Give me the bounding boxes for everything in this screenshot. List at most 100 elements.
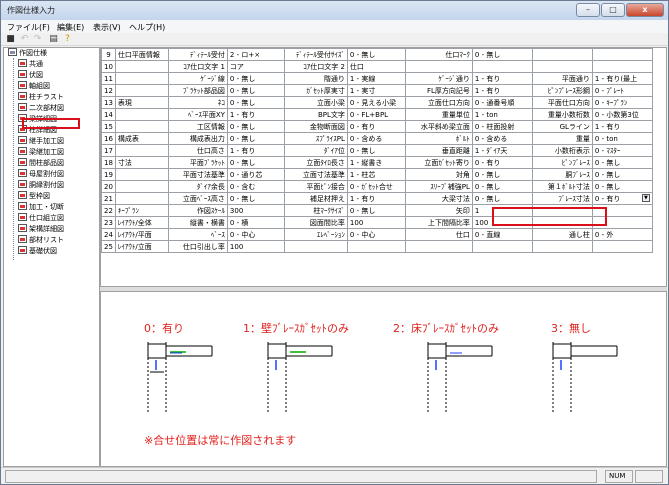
row-number: 18	[101, 156, 116, 169]
setting-value[interactable]: 0 - 有り	[346, 120, 406, 133]
setting-value[interactable]: 0 - 柱面投射	[471, 120, 533, 133]
setting-value[interactable]: 1 - ﾀﾞｲｱ天	[471, 144, 533, 157]
redo-icon[interactable]: ↷	[32, 34, 43, 45]
empty-cell	[404, 60, 473, 73]
setting-value[interactable]: 0 - 中心	[226, 228, 285, 241]
setting-value[interactable]: 0 - 無し	[471, 180, 533, 193]
setting-value[interactable]: 仕口	[346, 60, 406, 73]
setting-label: 立面小梁	[283, 96, 348, 109]
setting-value[interactable]: 1 - 有り	[471, 84, 533, 97]
setting-value[interactable]: 0 - 横	[226, 216, 285, 229]
setting-value[interactable]: 0 - 無し	[226, 192, 285, 205]
close-button[interactable]: x	[626, 3, 664, 17]
setting-value[interactable]: 1 - ton	[471, 108, 533, 121]
tree-item[interactable]: 基礎伏図	[18, 246, 57, 257]
setting-value[interactable]: 1 - 有り	[226, 108, 285, 121]
setting-value[interactable]: 0 - 無し	[591, 156, 653, 169]
setting-value[interactable]: 0 - 無し	[471, 168, 533, 181]
setting-value[interactable]: 1 - 実線	[346, 72, 406, 85]
setting-label: 重量単位	[404, 108, 473, 121]
minimize-button[interactable]: –	[576, 3, 600, 17]
setting-value[interactable]: 0 - 無し	[226, 132, 285, 145]
tree-item[interactable]: 伏図	[18, 70, 43, 81]
setting-value[interactable]: 0 - 無し	[346, 204, 406, 217]
setting-value[interactable]: 1 - 有り	[346, 192, 406, 205]
tree-item[interactable]: 梁継加工図	[18, 147, 64, 158]
setting-value[interactable]: 0 - ｷｰﾌﾟﾗﾝ	[591, 96, 653, 109]
setting-value[interactable]: 0 - 有り ▼	[591, 192, 653, 205]
tree-item[interactable]: 柱チラスト	[18, 92, 64, 103]
setting-value[interactable]: 0 - 無し	[226, 96, 285, 109]
setting-value[interactable]: 1 - 柱芯	[346, 168, 406, 181]
setting-value[interactable]: 300	[226, 204, 285, 217]
setting-value[interactable]: 1 - 実寸	[346, 84, 406, 97]
setting-value[interactable]: 1 - 有り	[226, 144, 285, 157]
setting-label: ｶﾞｾｯﾄ厚実寸	[283, 84, 348, 97]
setting-value[interactable]: 1 - 有り	[591, 120, 653, 133]
tree-item[interactable]: 加工・切断	[18, 202, 64, 213]
setting-value[interactable]: 0 - 無し	[226, 120, 285, 133]
drawing-icon	[18, 136, 27, 144]
setting-value[interactable]: 0 - 見える小梁	[346, 96, 406, 109]
tree-item[interactable]: 二次部材図	[18, 103, 64, 114]
tree-item[interactable]: 軸組図	[18, 81, 50, 92]
setting-value[interactable]: 0 - 無し	[226, 84, 285, 97]
setting-value[interactable]: 0 - 小数第3位	[591, 108, 653, 121]
setting-label: 構成表出力	[167, 132, 228, 145]
preview-pane: 0：有り 1：壁ﾌﾞﾚｰｽｶﾞｾｯﾄのみ 2：床ﾌﾞﾚｰｽｶﾞｾｯﾄのみ 3：無…	[100, 291, 667, 467]
setting-value[interactable]: 0 - 無し	[346, 144, 406, 157]
setting-value[interactable]: 2 - ロ+×	[226, 48, 285, 61]
help-icon[interactable]: ?	[62, 34, 73, 45]
setting-value[interactable]: 0 - FL+BPL	[346, 108, 406, 121]
setting-value[interactable]: 0 - 無し	[471, 192, 533, 205]
setting-value[interactable]: 0 - 無し	[591, 168, 653, 181]
setting-value[interactable]: 100	[226, 240, 285, 253]
menu-edit[interactable]: 編集(E)	[57, 22, 84, 33]
setting-value[interactable]: 0 - 無し	[471, 48, 533, 61]
setting-label: ｺｱ仕口文字 2	[283, 60, 348, 73]
setting-value[interactable]: 1 - 縦書き	[346, 156, 406, 169]
setting-label: ﾀﾞｲｱ余長	[167, 180, 228, 193]
setting-value[interactable]: 0 - 有り	[471, 156, 533, 169]
setting-value[interactable]: 0 - 直線	[471, 228, 533, 241]
tree-item[interactable]: 部材リスト	[18, 235, 64, 246]
setting-value[interactable]: 0 - 含む	[226, 180, 285, 193]
sample-drawing-1	[267, 342, 333, 414]
setting-value[interactable]: 0 - 通番号順	[471, 96, 533, 109]
save-icon[interactable]: ■	[5, 34, 16, 45]
setting-value[interactable]: 0 - 中心	[346, 228, 406, 241]
tree-item[interactable]: 母屋割付図	[18, 169, 64, 180]
menu-view[interactable]: 表示(V)	[93, 22, 121, 33]
menu-file[interactable]: ファイル(F)	[7, 22, 50, 33]
tree-item[interactable]: 共通	[18, 59, 43, 70]
setting-value[interactable]: 0 - 通り芯	[226, 168, 285, 181]
setting-value[interactable]: 0 - 含める	[346, 132, 406, 145]
tree-root[interactable]: 作図仕様	[8, 48, 47, 59]
tree-item[interactable]: 架構詳細図	[18, 224, 64, 235]
undo-icon[interactable]: ↶	[19, 34, 30, 45]
setting-value[interactable]: 0 - ﾏｽﾀｰ	[591, 144, 653, 157]
setting-value[interactable]: 0 - ton	[591, 132, 653, 145]
setting-value[interactable]: コア	[226, 60, 285, 73]
print-icon[interactable]: ▤	[48, 34, 59, 45]
tree-item[interactable]: 胴縁割付図	[18, 180, 64, 191]
tree-item[interactable]: 間柱部品図	[18, 158, 64, 169]
setting-value[interactable]: 0 - 無し	[226, 72, 285, 85]
setting-value[interactable]: 0 - 無し	[591, 180, 653, 193]
menu-help[interactable]: ヘルプ(H)	[129, 22, 165, 33]
dropdown-arrow-icon[interactable]: ▼	[641, 193, 650, 202]
row-number: 20	[101, 180, 116, 193]
setting-value[interactable]: 100	[346, 216, 406, 229]
tree-item[interactable]: 型枠図	[18, 191, 50, 202]
tree-item[interactable]: 仕口組立図	[18, 213, 64, 224]
setting-value[interactable]: 1 - 有り	[471, 72, 533, 85]
setting-value[interactable]: 0 - 無し	[226, 156, 285, 169]
setting-value[interactable]: 0 - ｶﾞｾｯﾄ合せ	[346, 180, 406, 193]
maximize-button[interactable]: □	[601, 3, 625, 17]
setting-value[interactable]: 1 - 有り(最上	[591, 72, 653, 85]
setting-value[interactable]: 0 - ﾌﾟﾚｰﾄ	[591, 84, 653, 97]
setting-value[interactable]: 0 - 含める	[471, 132, 533, 145]
setting-value[interactable]: 0 - 無し	[346, 48, 406, 61]
tree-item[interactable]: 継手加工図	[18, 136, 64, 147]
setting-value[interactable]: 0 - 外	[591, 228, 653, 241]
